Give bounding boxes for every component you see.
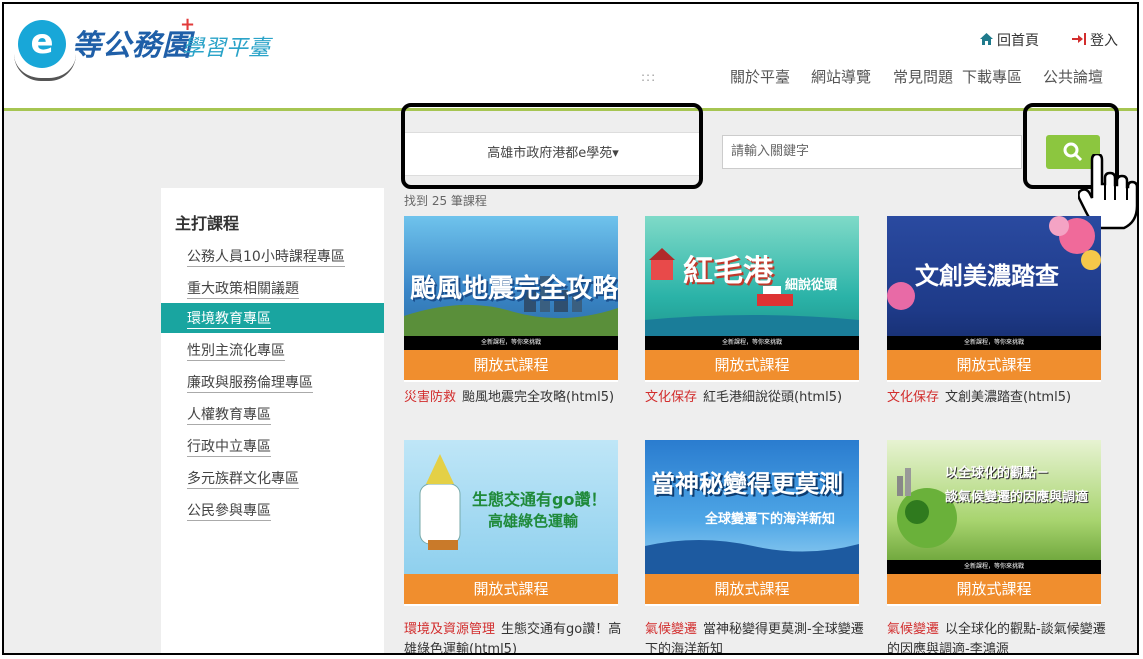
course-card[interactable]: 當神秘變得更莫測 全球變遷下的海洋新知 開放式課程 [645,440,859,606]
course-image-subtitle: 談氣候變遷的因應與調適 [945,490,1089,505]
course-title: 颱風地震完全攻略(html5) [462,390,615,405]
course-caption[interactable]: 文化保存 文創美濃踏查(html5) [887,388,1109,408]
sidebar: 主打課程 公務人員10小時課程專區 重大政策相關議題 環境教育專區 性別主流化專… [161,188,384,653]
course-caption[interactable]: 環境及資源管理 生態交通有go讚！高雄綠色運輸(html5) [404,620,626,653]
course-image-title: 當神秘變得更莫測 [651,470,843,498]
course-caption[interactable]: 氣候變遷 以全球化的觀點-談氣候變遷的因應與調適-李鴻源 [887,620,1109,653]
course-image: 颱風地震完全攻略 全新課程，等你來挑戰 [404,216,618,350]
course-type-band: 開放式課程 [645,574,859,604]
course-type-band: 開放式課程 [645,350,859,380]
course-card[interactable]: 生態交通有go讚！ 高雄綠色運輸 開放式課程 [404,440,618,606]
course-image-title: 颱風地震完全攻略 [410,274,618,304]
course-tag: 氣候變遷 [887,622,940,637]
sidebar-title: 主打課程 [175,214,240,233]
course-caption[interactable]: 文化保存 紅毛港細說從頭(html5) [645,388,867,408]
login-link-label: 登入 [1090,33,1118,49]
course-tag: 文化保存 [645,390,698,405]
course-image: 文創美濃踏查 全新課程，等你來挑戰 [887,216,1101,350]
course-image-caption: 全新課程，等你來挑戰 [645,336,859,350]
page-frame: e 等公務園 + 學習平臺 回首頁 登入 ::: 關於平臺 網站導覽 常見問題 … [2,2,1139,655]
sidebar-item-ethics[interactable]: 廉政與服務倫理專區 [187,372,313,393]
course-card[interactable]: 以全球化的觀點－ 談氣候變遷的因應與調適 全新課程，等你來挑戰 開放式課程 [887,440,1101,606]
course-image-title: 以全球化的觀點－ [945,466,1050,481]
nav-item-faq[interactable]: 常見問題 [893,66,953,87]
course-card[interactable]: 文創美濃踏查 全新課程，等你來挑戰 開放式課程 [887,216,1101,382]
sidebar-item-civil-servant[interactable]: 公務人員10小時課程專區 [187,246,345,267]
course-image: 生態交通有go讚！ 高雄綠色運輸 [404,440,618,574]
course-tag: 文化保存 [887,390,940,405]
login-icon [1072,33,1086,49]
course-image-caption: 全新課程，等你來挑戰 [887,560,1101,574]
course-type-band: 開放式課程 [887,574,1101,604]
course-card[interactable]: 颱風地震完全攻略 全新課程，等你來挑戰 開放式課程 [404,216,618,382]
course-card[interactable]: 紅毛港 細說從頭 全新課程，等你來挑戰 開放式課程 [645,216,859,382]
course-type-band: 開放式課程 [404,350,618,380]
course-image-title: 紅毛港 [683,254,773,289]
course-image: 紅毛港 細說從頭 全新課程，等你來挑戰 [645,216,859,350]
sidebar-item-gender[interactable]: 性別主流化專區 [187,340,285,361]
course-image: 以全球化的觀點－ 談氣候變遷的因應與調適 全新課程，等你來挑戰 [887,440,1101,574]
nav-dots: ::: [641,70,657,84]
nav-item-forum[interactable]: 公共論壇 [1043,66,1103,87]
results-count: 找到 25 筆課程 [404,194,487,208]
logo-title: 等公務園 [72,28,193,62]
course-image-subtitle: 全球變遷下的海洋新知 [705,512,836,527]
course-title: 文創美濃踏查(html5) [945,390,1072,405]
login-link[interactable]: 登入 [1072,30,1118,50]
course-image-subtitle: 高雄綠色運輸 [488,512,579,530]
home-link[interactable]: 回首頁 [980,30,1039,50]
highlight-box-select [401,103,703,189]
logo-subtitle: 學習平臺 [182,36,271,61]
course-tag: 環境及資源管理 [404,622,496,637]
course-caption[interactable]: 氣候變遷 當神秘變得更莫測-全球變遷下的海洋新知 [645,620,867,653]
sidebar-item-civic[interactable]: 公民參與專區 [187,500,271,521]
course-image: 當神秘變得更莫測 全球變遷下的海洋新知 [645,440,859,574]
course-image-caption: 全新課程，等你來挑戰 [887,336,1101,350]
course-image-title: 文創美濃踏查 [915,261,1059,290]
course-title: 紅毛港細說從頭(html5) [703,390,843,405]
logo-e-icon: e [18,20,66,68]
course-image-caption: 全新課程，等你來挑戰 [404,336,618,350]
home-icon [980,33,993,49]
course-type-band: 開放式課程 [887,350,1101,380]
sidebar-item-multicultural[interactable]: 多元族群文化專區 [187,468,299,489]
nav-item-download[interactable]: 下載專區 [962,66,1022,87]
site-logo[interactable]: e 等公務園 + 學習平臺 [14,12,274,84]
nav-item-sitemap[interactable]: 網站導覽 [811,66,871,87]
course-caption[interactable]: 災害防救 颱風地震完全攻略(html5) [404,388,626,408]
sidebar-item-neutrality[interactable]: 行政中立專區 [187,436,271,457]
course-type-band: 開放式課程 [404,574,618,604]
sidebar-item-environment-label: 環境教育專區 [187,311,271,329]
course-tag: 災害防救 [404,390,457,405]
course-image-title: 生態交通有go讚！ [472,490,607,509]
home-link-label: 回首頁 [997,33,1039,49]
nav-item-about[interactable]: 關於平臺 [730,66,790,87]
site-header: e 等公務園 + 學習平臺 回首頁 登入 ::: 關於平臺 網站導覽 常見問題 … [4,4,1137,108]
course-tag: 氣候變遷 [645,622,698,637]
course-image-subtitle: 細說從頭 [785,278,838,293]
sidebar-item-human-rights[interactable]: 人權教育專區 [187,404,271,425]
sidebar-item-policy[interactable]: 重大政策相關議題 [187,278,299,299]
search-input[interactable]: 請輸入關鍵字 [722,135,1022,169]
